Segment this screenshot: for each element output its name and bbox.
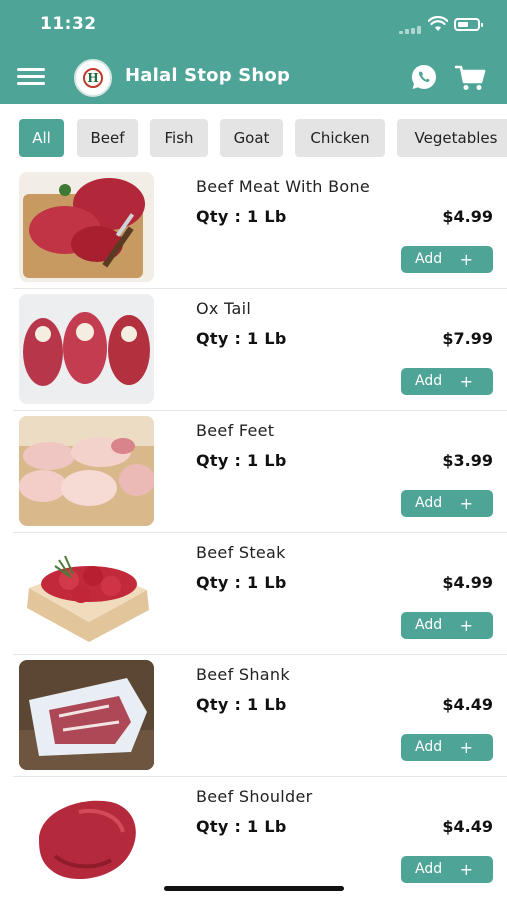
product-item[interactable]: Ox Tail Qty : 1 Lb $7.99 Add + (13, 290, 507, 412)
product-list: Beef Meat With Bone Qty : 1 Lb $4.99 Add… (0, 168, 507, 900)
battery-icon (454, 18, 483, 31)
logo-ring: H (83, 68, 103, 88)
plus-icon: + (459, 372, 473, 391)
product-item[interactable]: Beef Shoulder Qty : 1 Lb $4.49 Add + (13, 778, 507, 900)
divider (13, 776, 507, 777)
product-qty: Qty : 1 Lb (196, 451, 287, 470)
product-qty: Qty : 1 Lb (196, 817, 287, 836)
add-label: Add (415, 495, 443, 511)
product-image (19, 294, 154, 404)
product-price: $7.99 (442, 329, 493, 348)
product-image (19, 538, 154, 648)
add-label: Add (415, 373, 443, 389)
product-qty: Qty : 1 Lb (196, 207, 287, 226)
chip-goat[interactable]: Goat (220, 119, 283, 157)
product-name: Beef Meat With Bone (196, 177, 371, 196)
signal-icon (399, 26, 421, 34)
chip-vegetables[interactable]: Vegetables (397, 119, 507, 157)
add-button[interactable]: Add + (401, 734, 493, 761)
cart-icon[interactable] (455, 64, 487, 92)
whatsapp-icon[interactable] (410, 63, 438, 91)
product-item[interactable]: Beef Feet Qty : 1 Lb $3.99 Add + (13, 412, 507, 534)
app-bar: H Halal Stop Shop (0, 50, 507, 104)
product-image (19, 660, 154, 770)
product-qty: Qty : 1 Lb (196, 329, 287, 348)
category-chips: All Beef Fish Goat Chicken Vegetables (0, 104, 507, 168)
product-name: Beef Shank (196, 665, 290, 684)
product-price: $4.49 (442, 695, 493, 714)
plus-icon: + (459, 494, 473, 513)
product-image (19, 172, 154, 282)
product-item[interactable]: Beef Meat With Bone Qty : 1 Lb $4.99 Add… (13, 168, 507, 290)
plus-icon: + (459, 738, 473, 757)
divider (13, 654, 507, 655)
add-button[interactable]: Add + (401, 368, 493, 395)
home-indicator[interactable] (164, 886, 344, 891)
logo-letter: H (87, 71, 99, 85)
divider (13, 532, 507, 533)
add-label: Add (415, 861, 443, 877)
product-image (19, 416, 154, 526)
add-label: Add (415, 617, 443, 633)
product-name: Beef Feet (196, 421, 275, 440)
shop-logo: H (74, 59, 112, 97)
top-bar: 11:32 H Halal Stop Shop (0, 0, 507, 104)
add-label: Add (415, 739, 443, 755)
add-button[interactable]: Add + (401, 856, 493, 883)
menu-icon[interactable] (17, 68, 45, 86)
add-button[interactable]: Add + (401, 490, 493, 517)
product-price: $4.99 (442, 573, 493, 592)
product-image (19, 782, 154, 892)
product-item[interactable]: Beef Steak Qty : 1 Lb $4.99 Add + (13, 534, 507, 656)
app-title: Halal Stop Shop (125, 65, 291, 86)
chip-chicken[interactable]: Chicken (295, 119, 385, 157)
product-qty: Qty : 1 Lb (196, 573, 287, 592)
divider (13, 288, 507, 289)
wifi-icon (428, 16, 448, 31)
chip-all[interactable]: All (19, 119, 64, 157)
add-label: Add (415, 251, 443, 267)
status-bar: 11:32 (0, 0, 507, 50)
plus-icon: + (459, 616, 473, 635)
product-name: Beef Steak (196, 543, 286, 562)
plus-icon: + (459, 250, 473, 269)
product-price: $3.99 (442, 451, 493, 470)
divider (13, 410, 507, 411)
add-button[interactable]: Add + (401, 612, 493, 639)
plus-icon: + (459, 860, 473, 879)
status-time: 11:32 (40, 14, 97, 34)
product-name: Ox Tail (196, 299, 252, 318)
chip-fish[interactable]: Fish (150, 119, 208, 157)
product-qty: Qty : 1 Lb (196, 695, 287, 714)
chip-beef[interactable]: Beef (77, 119, 138, 157)
product-price: $4.99 (442, 207, 493, 226)
product-price: $4.49 (442, 817, 493, 836)
add-button[interactable]: Add + (401, 246, 493, 273)
product-item[interactable]: Beef Shank Qty : 1 Lb $4.49 Add + (13, 656, 507, 778)
product-name: Beef Shoulder (196, 787, 313, 806)
